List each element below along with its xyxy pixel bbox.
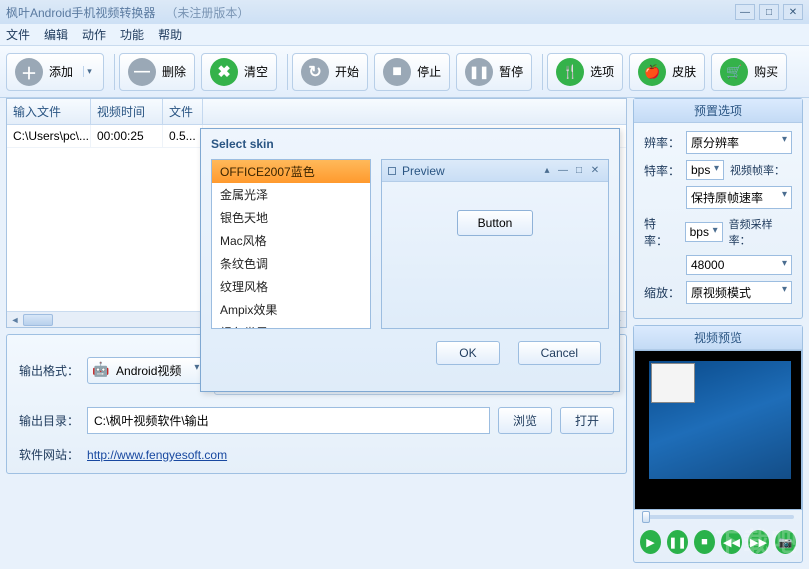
dialog-title: Select skin xyxy=(201,129,619,159)
menu-file[interactable]: 文件 xyxy=(6,26,30,43)
toolbar-clear[interactable]: ✖清空 xyxy=(201,53,277,91)
minimize-button[interactable]: — xyxy=(735,4,755,20)
toolbar-skin[interactable]: 🍎皮肤 xyxy=(629,53,705,91)
edition-label: （未注册版本） xyxy=(165,4,249,21)
seek-slider[interactable] xyxy=(634,510,802,524)
scroll-left-icon[interactable]: ◄ xyxy=(7,312,23,328)
output-dir-label: 输出目录： xyxy=(19,412,79,429)
maximize-button[interactable]: □ xyxy=(759,4,779,20)
list-item[interactable]: 绿色世界 xyxy=(212,321,370,329)
list-item[interactable]: Mac风格 xyxy=(212,229,370,252)
scroll-thumb[interactable] xyxy=(23,314,53,326)
list-item[interactable]: 金属光泽 xyxy=(212,183,370,206)
preview-viewport xyxy=(634,350,802,510)
stop-button[interactable]: ■ xyxy=(694,530,715,554)
cancel-button[interactable]: Cancel xyxy=(518,341,601,365)
toolbar-add[interactable]: ＋添加▾ xyxy=(6,53,104,91)
close-button[interactable]: ✕ xyxy=(783,4,803,20)
toolbar-stop[interactable]: ■停止 xyxy=(374,53,450,91)
video-preview-panel: 视频预览 ▶ ❚❚ ■ ◀◀ ▶▶ 📷 xyxy=(633,325,803,563)
site-label: 软件网站： xyxy=(19,446,79,463)
menubar: 文件 编辑 动作 功能 帮助 xyxy=(0,24,809,46)
toolbar-buy[interactable]: 🛒购买 xyxy=(711,53,787,91)
select-skin-dialog: Select skin OFFICE2007蓝色 金属光泽 银色天地 Mac风格… xyxy=(200,128,620,392)
menu-function[interactable]: 功能 xyxy=(120,26,144,43)
toolbar-options[interactable]: 🍴选项 xyxy=(547,53,623,91)
preview-up-icon[interactable]: ▴ xyxy=(540,165,554,176)
pause-button[interactable]: ❚❚ xyxy=(667,530,688,554)
app-title: 枫叶Android手机视频转换器 xyxy=(6,4,155,21)
vbitrate-select[interactable]: bps xyxy=(686,160,724,180)
preview-max-icon[interactable]: □ xyxy=(572,165,586,176)
preview-min-icon[interactable]: — xyxy=(556,165,570,176)
list-item[interactable]: OFFICE2007蓝色 xyxy=(212,160,370,183)
skin-listbox[interactable]: OFFICE2007蓝色 金属光泽 银色天地 Mac风格 条纹色调 纹理风格 A… xyxy=(211,159,371,329)
preview-titlebar: Preview ▴ — □ ✕ xyxy=(382,160,608,182)
output-format-label: 输出格式： xyxy=(19,362,79,379)
menu-help[interactable]: 帮助 xyxy=(158,26,182,43)
next-button[interactable]: ▶▶ xyxy=(748,530,769,554)
preview-close-icon[interactable]: ✕ xyxy=(588,165,602,176)
abitrate-select[interactable]: bps xyxy=(685,222,723,242)
framerate-select[interactable]: 保持原帧速率 xyxy=(686,186,792,209)
resolution-select[interactable]: 原分辨率 xyxy=(686,131,792,154)
table-header: 输入文件 视频时间 文件 xyxy=(7,99,626,125)
chevron-down-icon[interactable]: ▾ xyxy=(83,66,95,77)
output-format-combo[interactable]: 🤖Android视频 xyxy=(87,357,206,384)
android-icon: 🤖 xyxy=(92,361,109,378)
video-preview-header: 视频预览 xyxy=(634,326,802,350)
transport-bar: ▶ ❚❚ ■ ◀◀ ▶▶ 📷 xyxy=(634,524,802,560)
snapshot-button[interactable]: 📷 xyxy=(775,530,796,554)
scale-select[interactable]: 原视频模式 xyxy=(686,281,792,304)
preview-sample-button[interactable]: Button xyxy=(457,210,534,236)
titlebar: 枫叶Android手机视频转换器 （未注册版本） — □ ✕ xyxy=(0,0,809,24)
output-dir-field[interactable]: C:\枫叶视频软件\输出 xyxy=(87,407,490,434)
preview-sysmenu-icon xyxy=(388,167,396,175)
ok-button[interactable]: OK xyxy=(436,341,499,365)
list-item[interactable]: 条纹色调 xyxy=(212,252,370,275)
toolbar-start[interactable]: ↻开始 xyxy=(292,53,368,91)
preview-window: Preview ▴ — □ ✕ Button xyxy=(381,159,609,329)
menu-edit[interactable]: 编辑 xyxy=(44,26,68,43)
toolbar-delete[interactable]: —删除 xyxy=(119,53,195,91)
menu-action[interactable]: 动作 xyxy=(82,26,106,43)
site-link[interactable]: http://www.fengyesoft.com xyxy=(87,448,227,462)
list-item[interactable]: 纹理风格 xyxy=(212,275,370,298)
toolbar-pause[interactable]: ❚❚暂停 xyxy=(456,53,532,91)
list-item[interactable]: 银色天地 xyxy=(212,206,370,229)
samplerate-select[interactable]: 48000 xyxy=(686,255,792,275)
preset-options-panel: 预置选项 辨率：原分辨率 特率：bps视频帧率： 保持原帧速率 特率：bps音频… xyxy=(633,98,803,319)
toolbar: ＋添加▾ —删除 ✖清空 ↻开始 ■停止 ❚❚暂停 🍴选项 🍎皮肤 🛒购买 xyxy=(0,46,809,98)
list-item[interactable]: Ampix效果 xyxy=(212,298,370,321)
browse-button[interactable]: 浏览 xyxy=(498,407,552,434)
play-button[interactable]: ▶ xyxy=(640,530,661,554)
preset-options-header: 预置选项 xyxy=(634,99,802,123)
prev-button[interactable]: ◀◀ xyxy=(721,530,742,554)
open-button[interactable]: 打开 xyxy=(560,407,614,434)
